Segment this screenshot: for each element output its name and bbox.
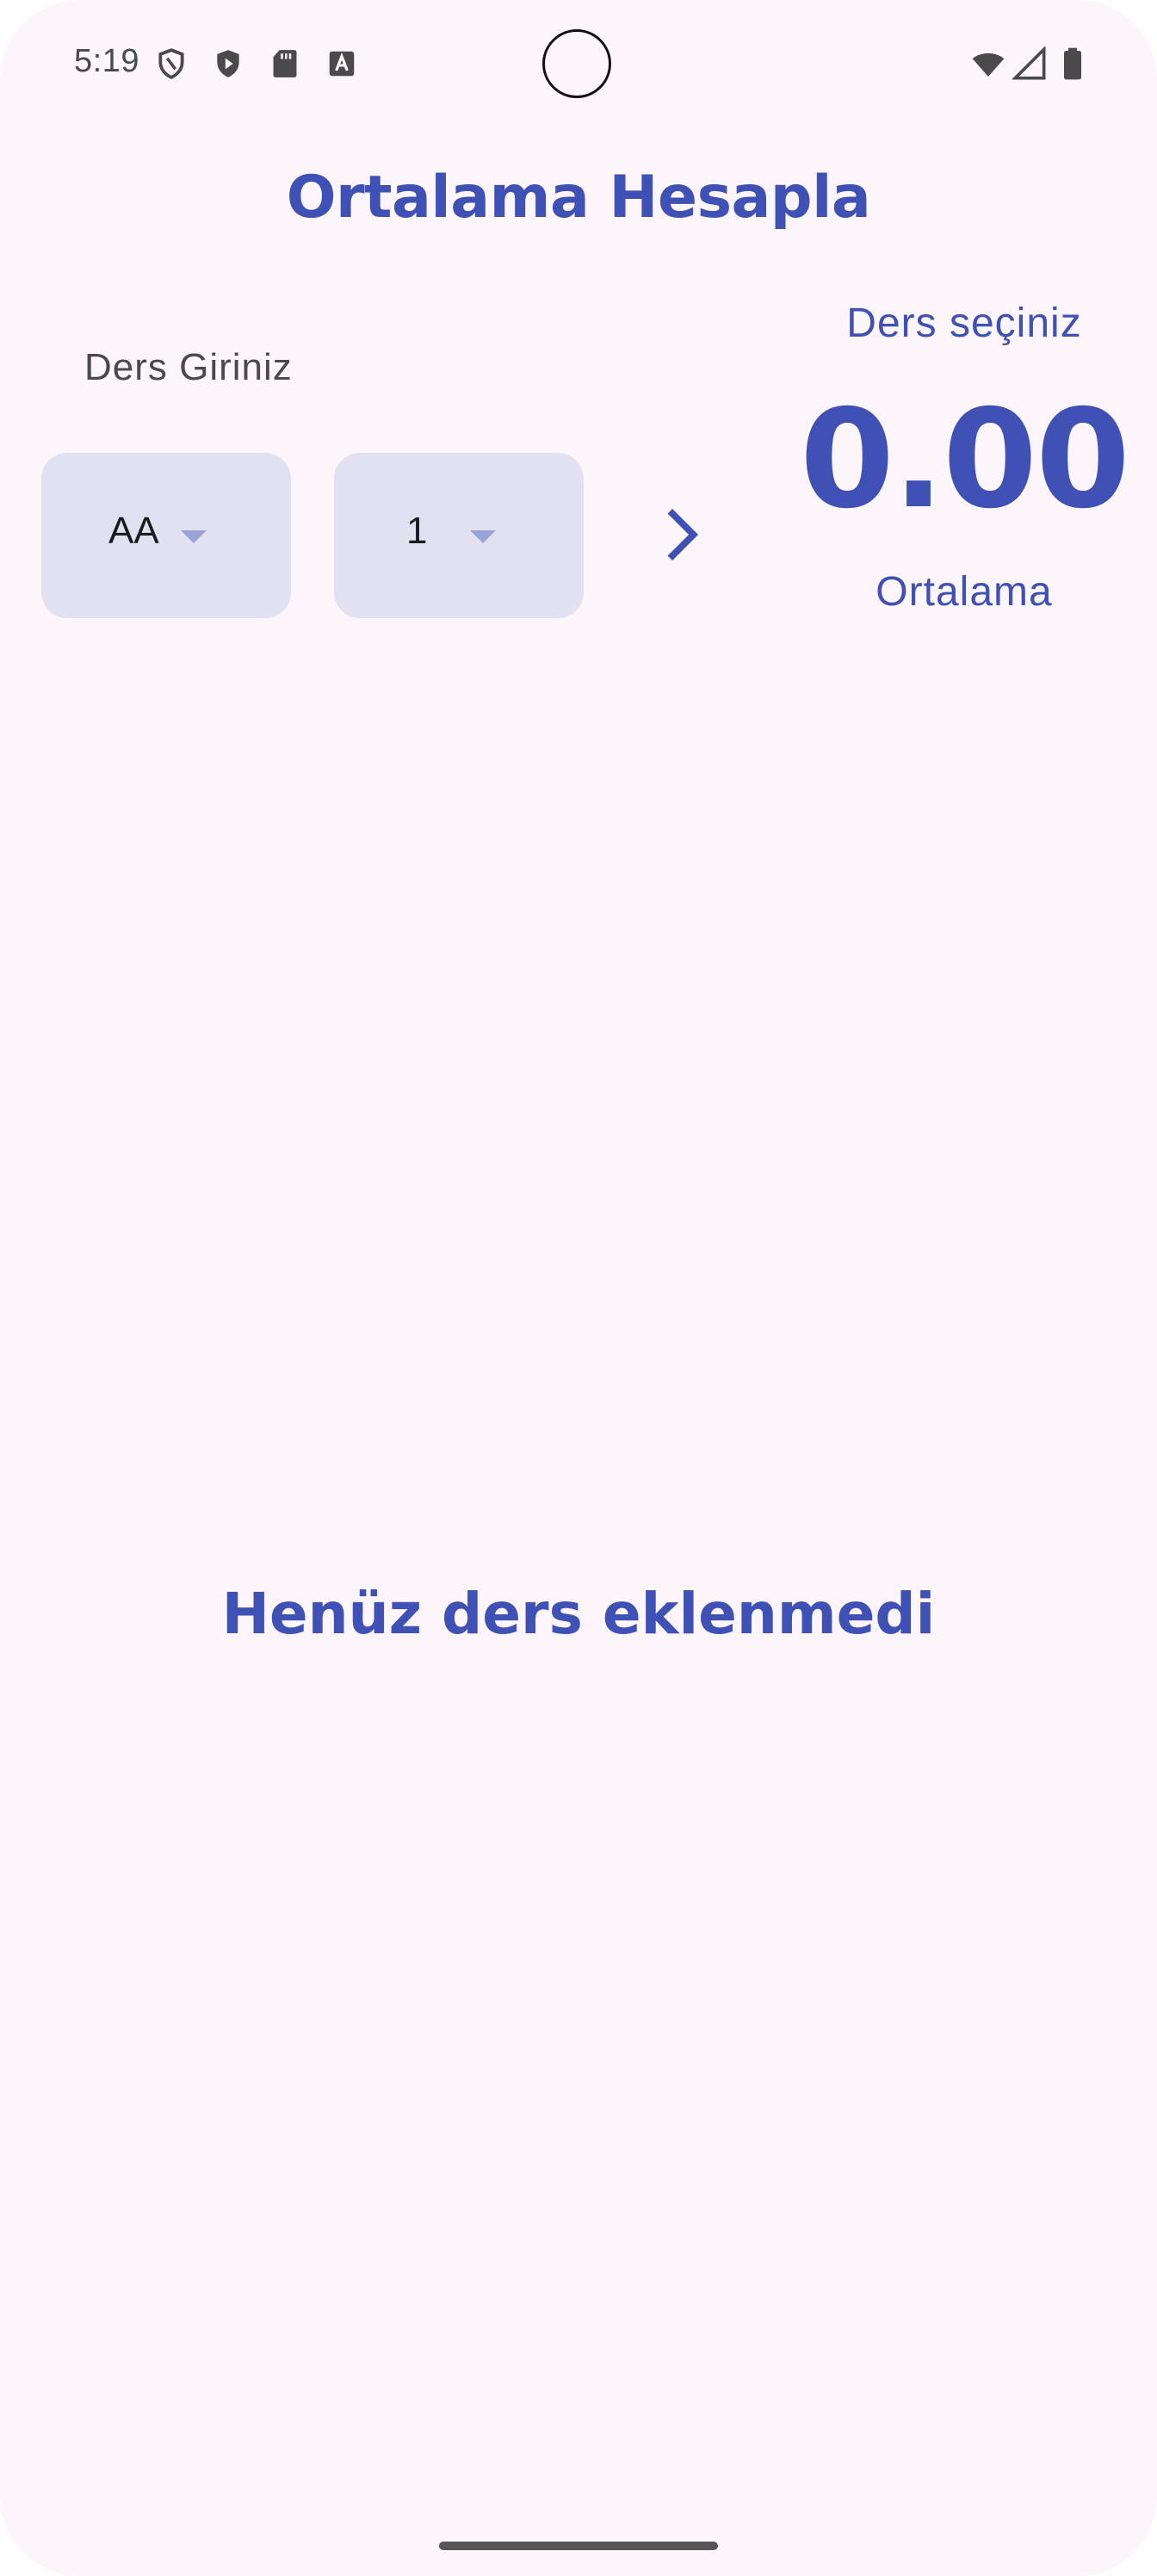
empty-state-message: Henüz ders eklenmedi xyxy=(221,1581,936,1647)
sd-card-icon xyxy=(273,50,297,77)
credit-dropdown[interactable]: 1 xyxy=(334,453,584,618)
chevron-right-icon xyxy=(667,509,699,560)
app-screen: 5:19 Ortalama Hesapla Ders Giriniz AA 1 … xyxy=(0,0,1157,2576)
wifi-icon xyxy=(972,53,1005,77)
chevron-down-icon xyxy=(181,530,207,543)
camera-cutout xyxy=(542,29,611,98)
summary-label: Ders seçiniz xyxy=(846,300,1082,346)
grade-dropdown-value: AA xyxy=(108,510,159,552)
status-bar: 5:19 xyxy=(0,0,1157,129)
battery-icon xyxy=(1064,47,1081,80)
page-title: Ortalama Hesapla xyxy=(286,164,871,232)
average-value: 0.00 xyxy=(800,381,1130,539)
average-caption: Ortalama xyxy=(875,569,1053,615)
chevron-down-icon xyxy=(470,530,496,543)
course-input-label: Ders Giriniz xyxy=(84,346,293,388)
gesture-nav-bar[interactable] xyxy=(439,2542,718,2550)
status-time: 5:19 xyxy=(74,43,139,79)
shield-play-icon xyxy=(217,50,239,77)
signal-icon xyxy=(1012,46,1046,80)
shield-outline-icon xyxy=(158,48,184,79)
add-course-button[interactable] xyxy=(654,505,706,565)
grade-dropdown[interactable]: AA xyxy=(41,453,291,618)
font-a-icon xyxy=(329,51,355,77)
credit-dropdown-value: 1 xyxy=(406,510,428,552)
